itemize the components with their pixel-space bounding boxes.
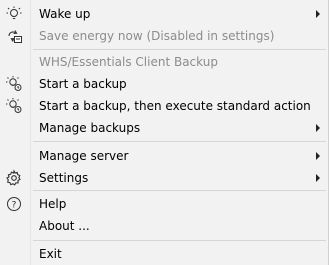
backup-bulb-icon xyxy=(4,75,24,93)
menu-item-start-backup-then-action[interactable]: Start a backup, then execute standard ac… xyxy=(0,95,328,117)
menu-item-help[interactable]: ? Help xyxy=(0,193,328,215)
question-circle-icon: ? xyxy=(4,195,24,213)
submenu-arrow-icon xyxy=(316,124,320,132)
lightbulb-icon xyxy=(4,5,24,23)
backup-bulb-icon xyxy=(4,97,24,115)
section-header-label: WHS/Essentials Client Backup xyxy=(39,55,218,69)
submenu-arrow-icon xyxy=(316,152,320,160)
menu-item-label: Save energy now (Disabled in settings) xyxy=(39,29,275,43)
menu-separator xyxy=(33,240,326,241)
gear-icon xyxy=(4,169,24,187)
menu-separator xyxy=(33,190,326,191)
menu-item-save-energy[interactable]: Save energy now (Disabled in settings) xyxy=(0,25,328,47)
menu-item-start-backup[interactable]: Start a backup xyxy=(0,73,328,95)
menu-separator xyxy=(33,141,326,142)
menu-item-exit[interactable]: Exit xyxy=(0,243,328,265)
menu-item-wake-up[interactable]: Wake up xyxy=(0,3,328,25)
menu-item-label: Manage backups xyxy=(39,121,141,135)
menu-item-label: Settings xyxy=(39,171,89,185)
menu-item-label: Start a backup, then execute standard ac… xyxy=(39,99,311,113)
svg-text:?: ? xyxy=(12,201,17,211)
menu-item-label: Wake up xyxy=(39,7,91,21)
menu-item-manage-server[interactable]: Manage server xyxy=(0,145,328,167)
context-menu: Wake up Save energy now (Disabled in set… xyxy=(0,0,329,265)
section-header: WHS/Essentials Client Backup xyxy=(0,51,328,73)
power-saving-icon xyxy=(4,27,24,45)
menu-separator xyxy=(33,49,326,50)
menu-item-manage-backups[interactable]: Manage backups xyxy=(0,117,328,139)
menu-item-label: Exit xyxy=(39,247,62,261)
menu-item-label: Start a backup xyxy=(39,77,127,91)
menu-item-label: Help xyxy=(39,197,67,211)
menu-item-about[interactable]: About ... xyxy=(0,215,328,237)
submenu-arrow-icon xyxy=(316,174,320,182)
menu-item-label: Manage server xyxy=(39,149,129,163)
menu-item-settings[interactable]: Settings xyxy=(0,167,328,189)
submenu-arrow-icon xyxy=(316,10,320,18)
menu-item-label: About ... xyxy=(39,219,90,233)
